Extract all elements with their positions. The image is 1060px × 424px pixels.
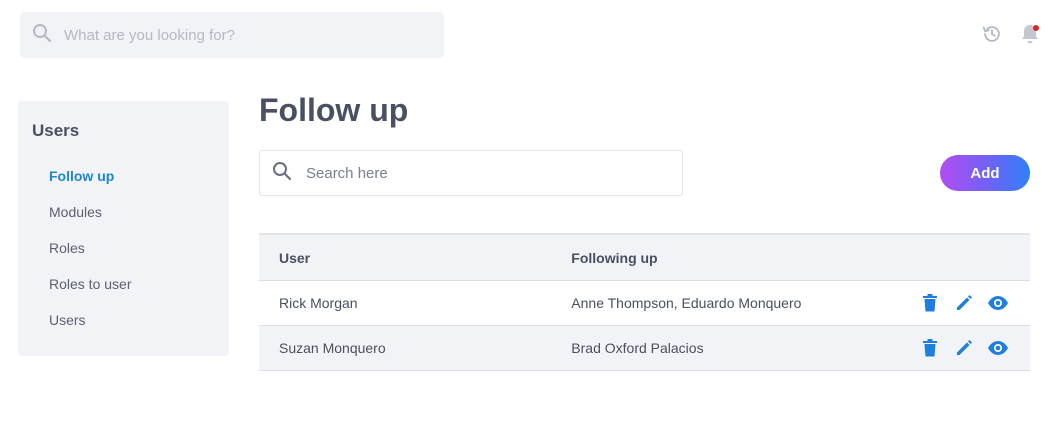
notifications-bell-icon[interactable] — [1018, 22, 1042, 46]
cell-user: Suzan Monquero — [279, 340, 386, 356]
notification-dot — [1033, 25, 1039, 31]
sidebar-item-roles-to-user[interactable]: Roles to user — [32, 275, 215, 311]
sidebar-item-roles[interactable]: Roles — [32, 239, 215, 275]
global-search-input[interactable] — [62, 25, 406, 45]
column-header-following-up[interactable]: Following up — [551, 234, 898, 281]
trash-icon[interactable] — [918, 291, 942, 315]
cell-following-up: Brad Oxford Palacios — [571, 340, 704, 356]
column-header-actions — [898, 234, 1030, 281]
sidebar-menu: Follow up Modules Roles Roles to user Us… — [32, 167, 215, 347]
table-header-row: User Following up — [259, 234, 1030, 281]
eye-icon[interactable] — [986, 336, 1010, 360]
table-row: Suzan Monquero Brad Oxford Palacios — [259, 325, 1030, 371]
follow-up-table: User Following up Rick Morgan Anne Thomp… — [259, 233, 1030, 371]
search-icon — [32, 23, 52, 48]
header-actions — [980, 22, 1042, 46]
table-row: Rick Morgan Anne Thompson, Eduardo Monqu… — [259, 280, 1030, 326]
trash-icon[interactable] — [918, 336, 942, 360]
sidebar-item-modules[interactable]: Modules — [32, 203, 215, 239]
page-title: Follow up — [259, 92, 409, 128]
sidebar-item-follow-up[interactable]: Follow up — [32, 167, 215, 203]
cell-actions — [898, 281, 1030, 326]
edit-icon[interactable] — [952, 291, 976, 315]
sidebar-title: Users — [32, 121, 80, 140]
history-icon[interactable] — [980, 22, 1004, 46]
eye-icon[interactable] — [986, 291, 1010, 315]
column-header-user[interactable]: User — [259, 234, 551, 281]
sidebar-item-users[interactable]: Users — [32, 311, 215, 347]
search-icon — [272, 161, 292, 186]
edit-icon[interactable] — [952, 336, 976, 360]
add-button[interactable]: Add — [940, 155, 1030, 191]
table-search-input[interactable] — [304, 163, 648, 183]
sidebar: Users Follow up Modules Roles Roles to u… — [18, 101, 229, 356]
cell-following-up: Anne Thompson, Eduardo Monquero — [571, 295, 802, 311]
global-search[interactable] — [20, 12, 444, 58]
table-search[interactable] — [259, 150, 683, 196]
cell-actions — [898, 326, 1030, 371]
cell-user: Rick Morgan — [279, 295, 358, 311]
